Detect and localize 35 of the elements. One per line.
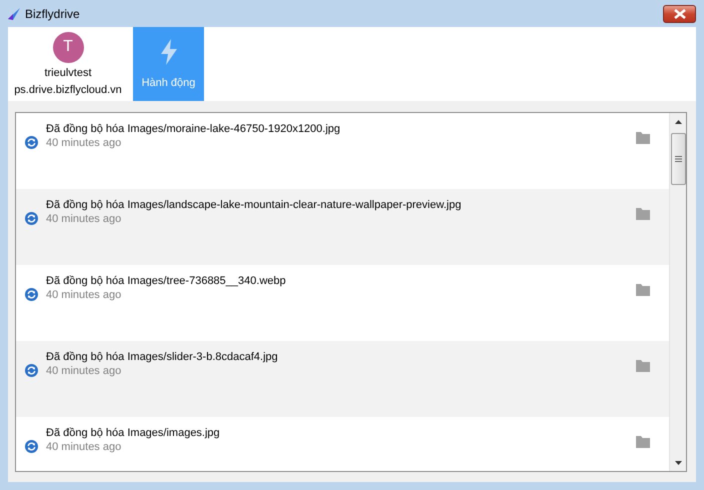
activity-row[interactable]: Đã đồng bộ hóa Images/landscape-lake-mountain-clear-nature-wallpaper-preview.jpg 40 minutes ago — [16, 189, 669, 265]
sync-icon — [25, 440, 38, 453]
activity-time: 40 minutes ago — [46, 364, 122, 378]
server-address: ps.drive.bizflycloud.vn — [14, 82, 122, 96]
activity-time: 40 minutes ago — [46, 212, 122, 226]
up-arrow-icon — [674, 120, 682, 124]
folder-icon[interactable] — [636, 284, 650, 296]
activity-message: Đã đồng bộ hóa Images/slider-3-b.8cdacaf4.jpg — [46, 350, 279, 364]
close-icon — [672, 8, 686, 18]
close-button[interactable] — [663, 4, 696, 22]
activity-time: 40 minutes ago — [46, 440, 122, 454]
sync-icon — [25, 288, 38, 301]
logo-icon — [8, 8, 20, 20]
activity-time: 40 minutes ago — [46, 288, 122, 302]
activity-row[interactable]: Đã đồng bộ hóa Images/slider-3-b.8cdacaf4.jpg 40 minutes ago — [16, 341, 669, 417]
folder-icon[interactable] — [636, 360, 650, 372]
activity-message: Đã đồng bộ hóa Images/landscape-lake-mountain-clear-nature-wallpaper-preview.jpg — [46, 198, 462, 212]
username: trieulvtest — [44, 66, 92, 80]
scrollbar[interactable] — [669, 113, 686, 471]
sync-icon — [25, 364, 38, 377]
lightning-icon — [160, 39, 176, 65]
activity-message: Đã đồng bộ hóa Images/images.jpg — [46, 426, 221, 440]
activity-message: Đã đồng bộ hóa Images/tree-736885__340.webp — [46, 274, 287, 288]
down-arrow-icon — [674, 460, 682, 464]
grip-icon — [674, 156, 682, 162]
activity-message: Đã đồng bộ hóa Images/moraine-lake-46750-1920x1200.jpg — [46, 122, 342, 136]
avatar: T — [52, 32, 84, 62]
folder-icon[interactable] — [636, 436, 650, 448]
activity-time: 40 minutes ago — [46, 136, 122, 150]
sync-icon — [25, 212, 38, 225]
sync-icon — [25, 136, 38, 149]
scroll-thumb[interactable] — [670, 133, 686, 185]
window-title: Bizflydrive — [25, 6, 81, 20]
folder-icon[interactable] — [636, 132, 650, 144]
folder-icon[interactable] — [636, 208, 650, 220]
